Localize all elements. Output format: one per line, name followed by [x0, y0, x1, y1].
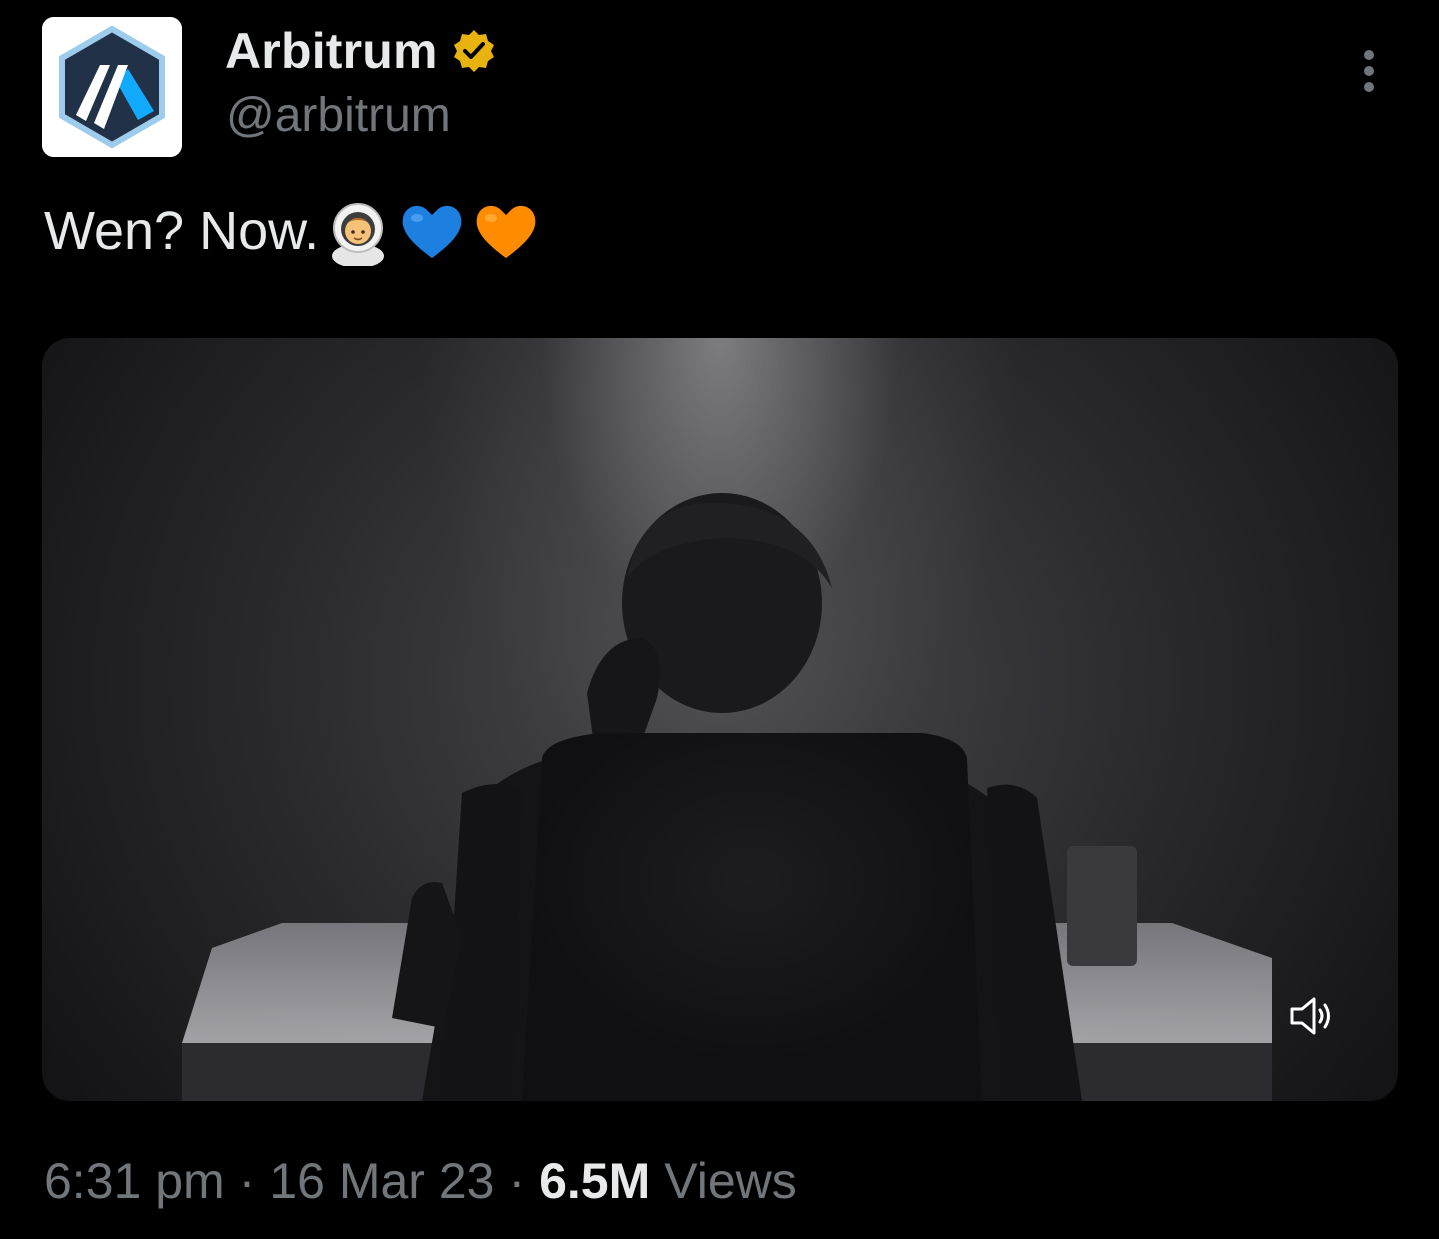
speaker-icon[interactable] [1286, 991, 1336, 1041]
avatar[interactable] [42, 17, 182, 157]
author-handle[interactable]: @arbitrum [226, 88, 451, 143]
verified-badge-icon[interactable] [450, 27, 498, 75]
video-frame [182, 493, 1272, 1101]
author-name-row[interactable]: Arbitrum [225, 22, 498, 80]
tweet-body: Wen? Now. [44, 201, 320, 261]
blue-heart-emoji-icon [397, 196, 467, 266]
views-count[interactable]: 6.5M [539, 1152, 650, 1210]
tweet-time[interactable]: 6:31 pm [44, 1152, 225, 1210]
more-options-icon[interactable] [1356, 50, 1382, 100]
tweet-text: Wen? Now. [44, 196, 541, 266]
tweet-meta: 6:31 pm · 16 Mar 23 · 6.5M Views [44, 1152, 797, 1210]
astronaut-emoji-icon [323, 196, 393, 266]
views-label[interactable]: Views [664, 1152, 796, 1210]
display-name[interactable]: Arbitrum [225, 22, 438, 80]
arbitrum-logo-icon [42, 17, 182, 157]
orange-heart-emoji-icon [471, 196, 541, 266]
video-player[interactable] [42, 338, 1398, 1101]
separator: · [238, 1153, 256, 1209]
separator: · [508, 1153, 526, 1209]
tweet-date[interactable]: 16 Mar 23 [269, 1152, 494, 1210]
